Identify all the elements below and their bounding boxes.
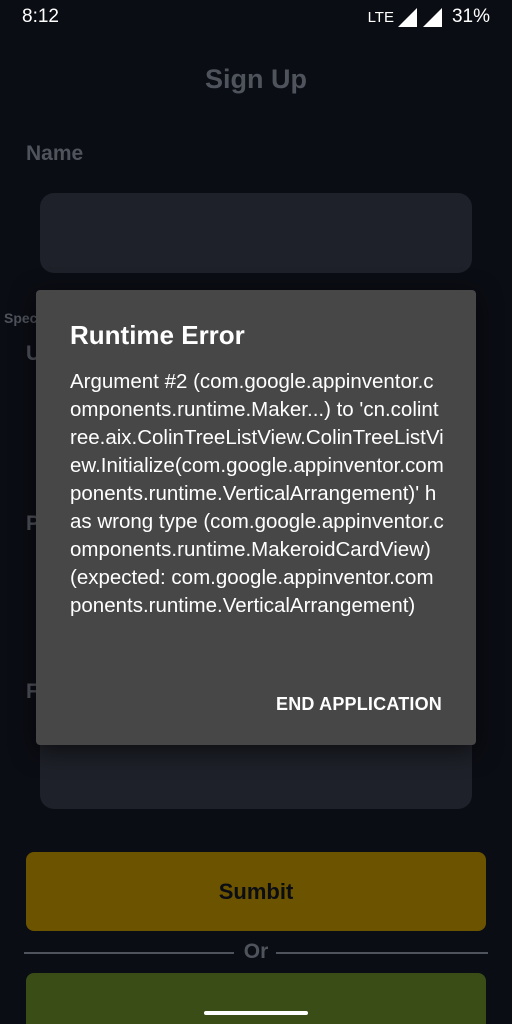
dialog-message: Argument #2 (com.google.appinventor.comp… bbox=[70, 370, 444, 617]
status-icons: LTE 31% bbox=[368, 6, 490, 28]
end-application-button[interactable]: END APPLICATION bbox=[276, 694, 442, 715]
name-label: Name bbox=[26, 142, 84, 165]
runtime-error-dialog: Runtime Error Argument #2 (com.google.ap… bbox=[36, 290, 476, 745]
status-time: 8:12 bbox=[22, 6, 59, 27]
home-indicator[interactable] bbox=[204, 1011, 308, 1015]
page-title: Sign Up bbox=[205, 64, 307, 94]
name-field[interactable] bbox=[40, 193, 472, 273]
signal-icon bbox=[397, 7, 417, 27]
partially-hidden-label: Spec bbox=[4, 310, 38, 326]
secondary-button[interactable] bbox=[26, 973, 486, 1024]
battery-level: 31% bbox=[451, 6, 490, 27]
network-type: LTE bbox=[367, 8, 394, 26]
screen: 8:12 LTE 31% Sign Up Name Spec U P F Sum… bbox=[0, 0, 512, 1024]
divider-right bbox=[276, 952, 488, 954]
dialog-title: Runtime Error bbox=[70, 320, 245, 350]
wifi-signal-icon bbox=[422, 7, 442, 27]
submit-button[interactable]: Sumbit bbox=[26, 852, 486, 931]
status-bar: 8:12 LTE 31% bbox=[0, 0, 512, 36]
